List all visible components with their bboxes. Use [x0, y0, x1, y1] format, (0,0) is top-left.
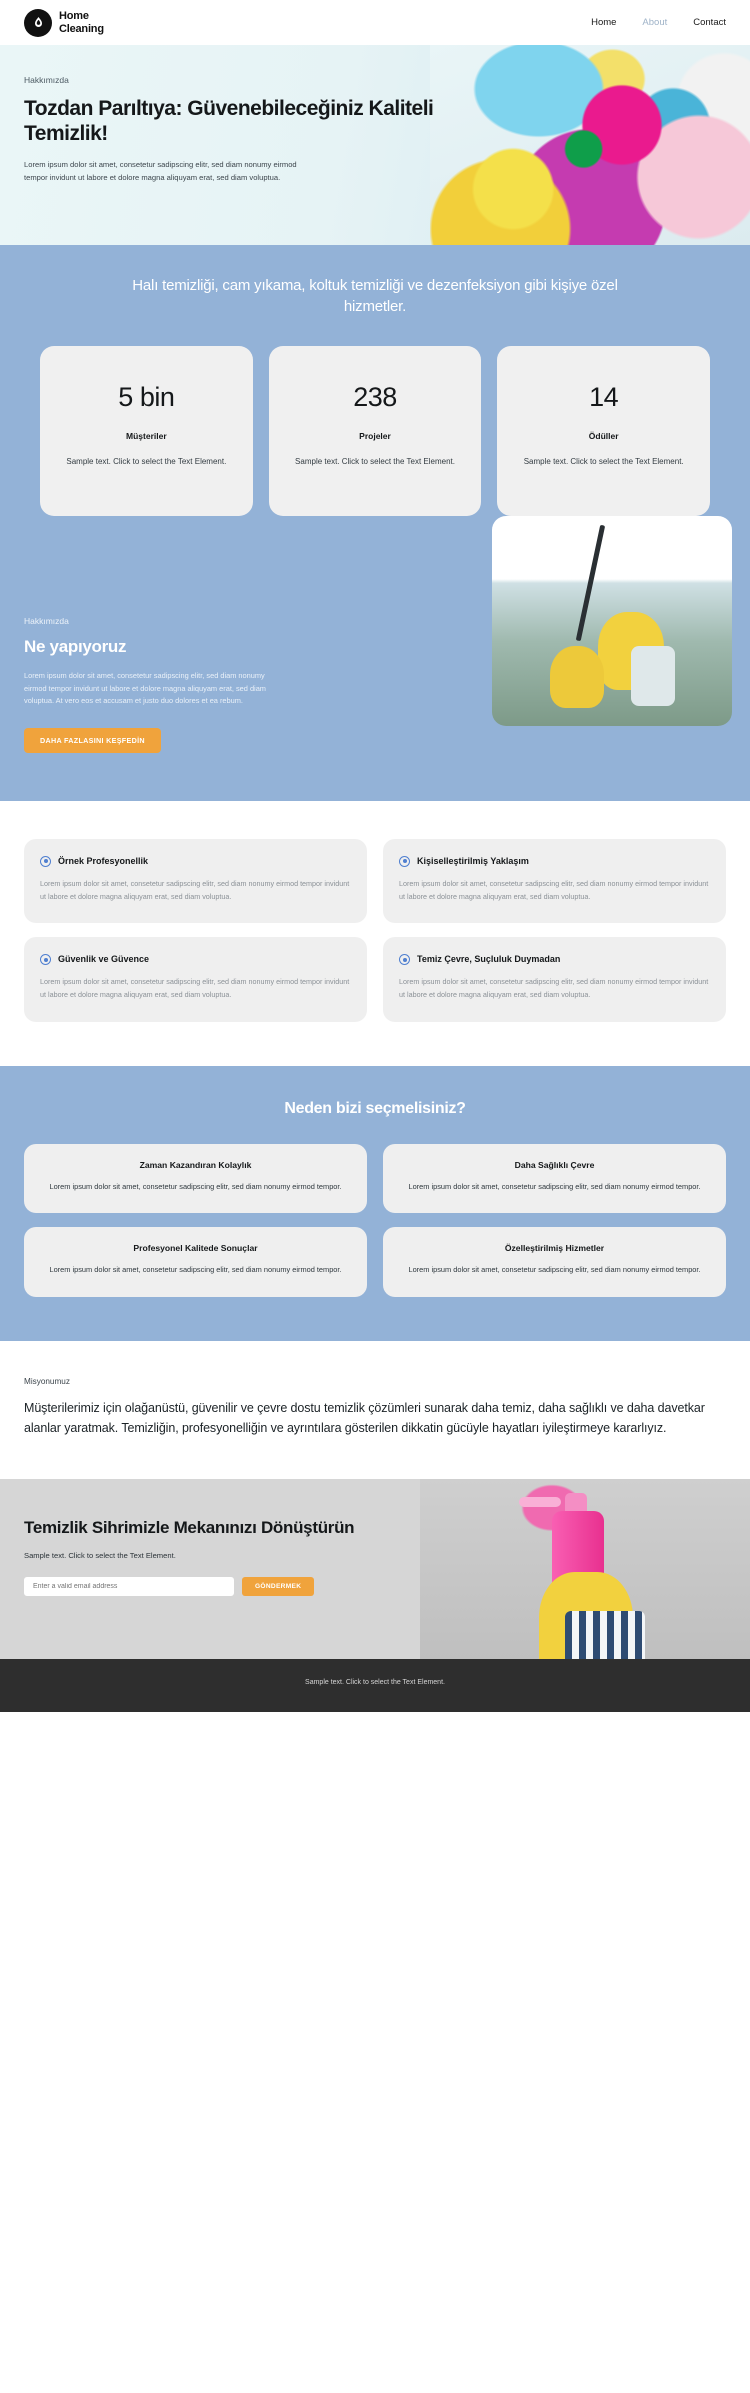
about-content: Hakkımızda Ne yapıyoruz Lorem ipsum dolo…: [0, 556, 375, 753]
submit-button[interactable]: GÖNDERMEK: [242, 1577, 315, 1597]
feature-card: Kişiselleştirilmiş Yaklaşım Lorem ipsum …: [383, 838, 726, 924]
stat-number: 5 bin: [118, 381, 175, 412]
logo-line-1: Home: [59, 10, 89, 23]
why-choose-us-title: Neden bizi seçmelisiniz?: [284, 1099, 466, 1117]
feature-description: Lorem ipsum dolor sit amet, consetetur s…: [399, 977, 709, 1000]
why-card-description: Lorem ipsum dolor sit amet, consetetur s…: [408, 1181, 701, 1191]
feature-title: Örnek Profesyonellik: [58, 855, 149, 866]
why-card-title: Profesyonel Kalitede Sonuçlar: [133, 1243, 258, 1254]
hero-paragraph: Lorem ipsum dolor sit amet, consetetur s…: [24, 160, 297, 182]
hero-section: Hakkımızda Tozdan Parıltıya: Güvenebilec…: [0, 45, 750, 245]
nav-item-home[interactable]: Home: [591, 17, 616, 28]
mission-eyebrow: Misyonumuz: [24, 1377, 70, 1387]
stat-label: Projeler: [359, 430, 391, 441]
feature-description: Lorem ipsum dolor sit amet, consetetur s…: [40, 879, 350, 901]
logo-text: Home Cleaning: [59, 10, 104, 35]
cta-subtitle: Sample text. Click to select the Text El…: [24, 1551, 176, 1561]
email-input[interactable]: [24, 1577, 234, 1597]
cta-title: Temizlik Sihrimizle Mekanınızı Dönüştürü…: [24, 1517, 355, 1537]
striped-sleeve-art: [565, 1610, 646, 1659]
logo[interactable]: Home Cleaning: [24, 8, 104, 37]
logo-line-2: Cleaning: [59, 22, 104, 35]
feature-description: Lorem ipsum dolor sit amet, consetetur s…: [399, 879, 709, 901]
squeegee-art: [575, 524, 606, 642]
mission-text: Müşterilerimiz için olağanüstü, güvenili…: [24, 1401, 705, 1436]
glove-art-2: [549, 645, 604, 708]
feature-title: Kişiselleştirilmiş Yaklaşım: [417, 855, 529, 866]
check-circle-icon: [40, 855, 51, 867]
feature-header: Örnek Profesyonellik: [40, 855, 351, 867]
features-section: Örnek Profesyonellik Lorem ipsum dolor s…: [0, 800, 750, 1066]
about-eyebrow: Hakkımızda: [24, 615, 69, 626]
stat-card: 238 Projeler Sample text. Click to selec…: [268, 345, 482, 516]
stat-number: 238: [353, 381, 397, 412]
stat-label: Müşteriler: [126, 430, 167, 441]
feature-title: Güvenlik ve Güvence: [58, 954, 150, 965]
why-card-description: Lorem ipsum dolor sit amet, consetetur s…: [49, 1265, 342, 1275]
feature-card: Örnek Profesyonellik Lorem ipsum dolor s…: [24, 838, 367, 924]
feature-header: Güvenlik ve Güvence: [40, 953, 351, 966]
feature-card: Temiz Çevre, Suçluluk Duymadan Lorem ips…: [383, 937, 726, 1022]
stat-card: 5 bin Müşteriler Sample text. Click to s…: [40, 345, 253, 516]
features-grid: Örnek Profesyonellik Lorem ipsum dolor s…: [24, 838, 726, 1022]
about-section: Hakkımızda Ne yapıyoruz Lorem ipsum dolo…: [0, 515, 750, 801]
nav-item-contact[interactable]: Contact: [693, 17, 726, 28]
why-card-description: Lorem ipsum dolor sit amet, consetetur s…: [408, 1265, 701, 1275]
stats-row: 5 bin Müşteriler Sample text. Click to s…: [0, 345, 750, 516]
nav-item-about[interactable]: About: [642, 17, 667, 28]
site-header: Home Cleaning Home About Contact: [0, 0, 750, 45]
stat-card: 14 Ödüller Sample text. Click to select …: [497, 345, 711, 516]
stat-description: Sample text. Click to select the Text El…: [66, 456, 227, 466]
feature-title: Temiz Çevre, Suçluluk Duymadan: [417, 954, 561, 965]
footer-text: Sample text. Click to select the Text El…: [305, 1678, 445, 1686]
why-card: Profesyonel Kalitede Sonuçlar Lorem ipsu…: [24, 1227, 367, 1298]
check-circle-icon: [399, 954, 410, 966]
cta-content: Temizlik Sihrimizle Mekanınızı Dönüştürü…: [24, 1517, 459, 1597]
mission-section: Misyonumuz Müşterilerimiz için olağanüst…: [0, 1341, 750, 1479]
why-grid: Zaman Kazandıran Kolaylık Lorem ipsum do…: [24, 1143, 726, 1298]
about-image-window-cleaning: [492, 515, 732, 726]
newsletter-form: GÖNDERMEK: [24, 1577, 459, 1597]
spray-bottle-art: [631, 645, 676, 706]
cta-image-spray-bottle: [420, 1478, 750, 1659]
stat-label: Ödüller: [588, 430, 619, 441]
hero-image-cleaning-supplies: [430, 45, 750, 245]
why-card: Özelleştirilmiş Hizmetler Lorem ipsum do…: [383, 1227, 726, 1298]
hero-image-art: [430, 45, 750, 245]
about-title: Ne yapıyoruz: [24, 636, 127, 656]
hero-content: Hakkımızda Tozdan Parıltıya: Güvenebilec…: [0, 45, 465, 184]
why-card-description: Lorem ipsum dolor sit amet, consetetur s…: [49, 1181, 342, 1191]
why-card-title: Daha Sağlıklı Çevre: [514, 1159, 595, 1170]
services-stats-section: Halı temizliği, cam yıkama, koltuk temiz…: [0, 245, 750, 556]
about-paragraph: Lorem ipsum dolor sit amet, consetetur s…: [24, 670, 266, 706]
why-card: Daha Sağlıklı Çevre Lorem ipsum dolor si…: [383, 1143, 726, 1214]
site-footer: Sample text. Click to select the Text El…: [0, 1658, 750, 1712]
why-card-title: Özelleştirilmiş Hizmetler: [504, 1243, 605, 1254]
water-drop-icon: [24, 8, 52, 37]
stat-number: 14: [589, 381, 619, 412]
stat-description: Sample text. Click to select the Text El…: [523, 456, 684, 466]
stat-description: Sample text. Click to select the Text El…: [295, 456, 455, 466]
feature-header: Kişiselleştirilmiş Yaklaşım: [399, 855, 710, 867]
feature-description: Lorem ipsum dolor sit amet, consetetur s…: [40, 977, 350, 1000]
hero-eyebrow: Hakkımızda: [24, 75, 69, 85]
hero-title: Tozdan Parıltıya: Güvenebileceğiniz Kali…: [24, 97, 434, 146]
feature-card: Güvenlik ve Güvence Lorem ipsum dolor si…: [24, 937, 367, 1022]
why-card-title: Zaman Kazandıran Kolaylık: [139, 1159, 252, 1170]
why-choose-us-section: Neden bizi seçmelisiniz? Zaman Kazandıra…: [0, 1065, 750, 1342]
why-card: Zaman Kazandıran Kolaylık Lorem ipsum do…: [24, 1143, 367, 1214]
cta-section: Temizlik Sihrimizle Mekanınızı Dönüştürü…: [0, 1478, 750, 1659]
services-heading: Halı temizliği, cam yıkama, koltuk temiz…: [132, 277, 618, 316]
discover-more-button[interactable]: DAHA FAZLASINI KEŞFEDİN: [24, 727, 161, 753]
spray-nozzle-art: [519, 1496, 561, 1507]
check-circle-icon: [399, 855, 410, 867]
feature-header: Temiz Çevre, Suçluluk Duymadan: [399, 953, 710, 966]
check-circle-icon: [40, 954, 51, 966]
main-nav: Home About Contact: [591, 17, 726, 28]
